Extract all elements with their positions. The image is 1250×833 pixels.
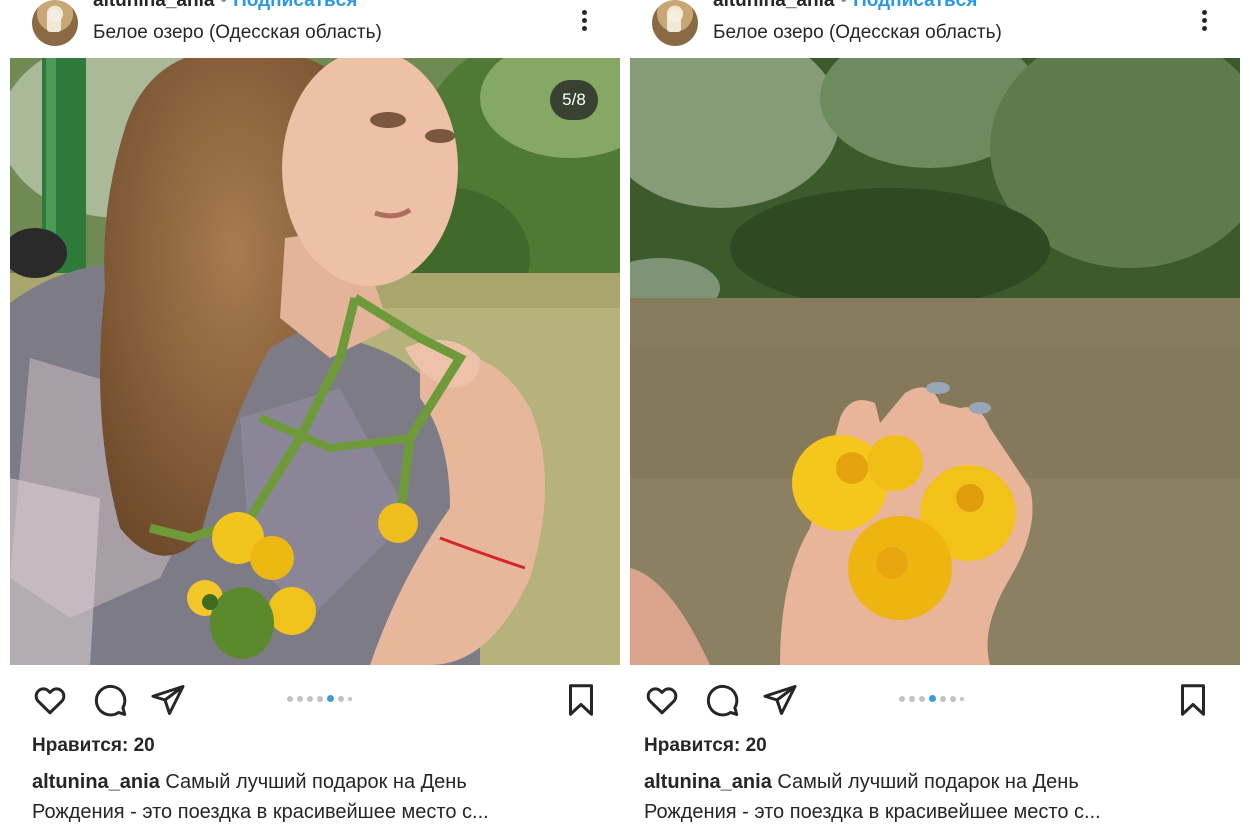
bookmark-icon[interactable] — [1175, 682, 1211, 718]
avatar[interactable] — [652, 0, 698, 46]
carousel-dot-active — [929, 695, 936, 702]
caption-text-continued: Рождения - это поездка в красивейшее мес… — [644, 801, 1101, 823]
caption-text: Самый лучший подарок на День — [165, 771, 467, 793]
follow-button[interactable]: Подписаться — [233, 0, 357, 11]
post-card-1: altunina_ania • Подписаться Белое озеро (О… — [10, 0, 620, 833]
carousel-dot — [307, 695, 313, 702]
likes-count[interactable]: Нравится: 20 — [644, 735, 767, 757]
separator: • — [220, 0, 228, 11]
carousel-dot-active — [327, 695, 334, 702]
share-icon[interactable] — [762, 682, 798, 718]
heart-icon[interactable] — [644, 682, 680, 718]
post-photo[interactable] — [630, 58, 1240, 665]
caption-text: Самый лучший подарок на День — [777, 771, 1079, 793]
carousel-dot — [287, 695, 293, 702]
caption-text-continued: Рождения - это поездка в красивейшее мес… — [32, 801, 489, 823]
heart-icon[interactable] — [32, 682, 68, 718]
location-link[interactable]: Белое озеро (Одесская область) — [713, 22, 1002, 44]
likes-count[interactable]: Нравится: 20 — [32, 735, 155, 757]
location-link[interactable]: Белое озеро (Одесская область) — [93, 22, 382, 44]
avatar[interactable] — [32, 0, 78, 46]
bookmark-icon[interactable] — [563, 682, 599, 718]
post-actions — [10, 668, 620, 730]
caption-username[interactable]: altunina_ania — [32, 771, 160, 793]
post-header: altunina_ania • Подписаться Белое озеро (О… — [10, 0, 620, 58]
username-line: altunina_ania • Подписаться — [93, 0, 357, 12]
separator: • — [840, 0, 848, 11]
carousel-dot — [960, 696, 964, 701]
slide-counter: 5/8 — [550, 80, 598, 120]
carousel-dot — [909, 695, 915, 702]
caption-username[interactable]: altunina_ania — [644, 771, 772, 793]
carousel-dot — [317, 695, 323, 702]
carousel-dot — [348, 696, 352, 701]
post-card-2: altunina_ania • Подписаться Белое озеро (О… — [630, 0, 1240, 833]
carousel-dot — [919, 695, 925, 702]
carousel-dot — [297, 695, 303, 702]
carousel-dot — [338, 695, 344, 702]
username-link[interactable]: altunina_ania — [93, 0, 214, 11]
post-photo[interactable]: 5/8 — [10, 58, 620, 665]
comment-icon[interactable] — [704, 682, 740, 718]
carousel-indicator — [287, 695, 352, 702]
share-icon[interactable] — [150, 682, 186, 718]
username-line: altunina_ania • Подписаться — [713, 0, 977, 12]
carousel-indicator — [899, 695, 964, 702]
carousel-dot — [940, 695, 946, 702]
carousel-dot — [899, 695, 905, 702]
username-link[interactable]: altunina_ania — [713, 0, 834, 11]
comment-icon[interactable] — [92, 682, 128, 718]
photo-woman-flowers — [10, 58, 620, 665]
more-options-icon[interactable] — [1202, 10, 1208, 34]
post-actions — [630, 668, 1240, 730]
carousel-dot — [950, 695, 956, 702]
post-caption[interactable]: altunina_ania Самый лучший подарок на Де… — [644, 767, 1224, 827]
follow-button[interactable]: Подписаться — [853, 0, 977, 11]
post-caption[interactable]: altunina_ania Самый лучший подарок на Де… — [32, 767, 612, 827]
more-options-icon[interactable] — [582, 10, 588, 34]
post-header: altunina_ania • Подписаться Белое озеро (О… — [630, 0, 1240, 58]
photo-hand-flowers — [630, 58, 1240, 665]
